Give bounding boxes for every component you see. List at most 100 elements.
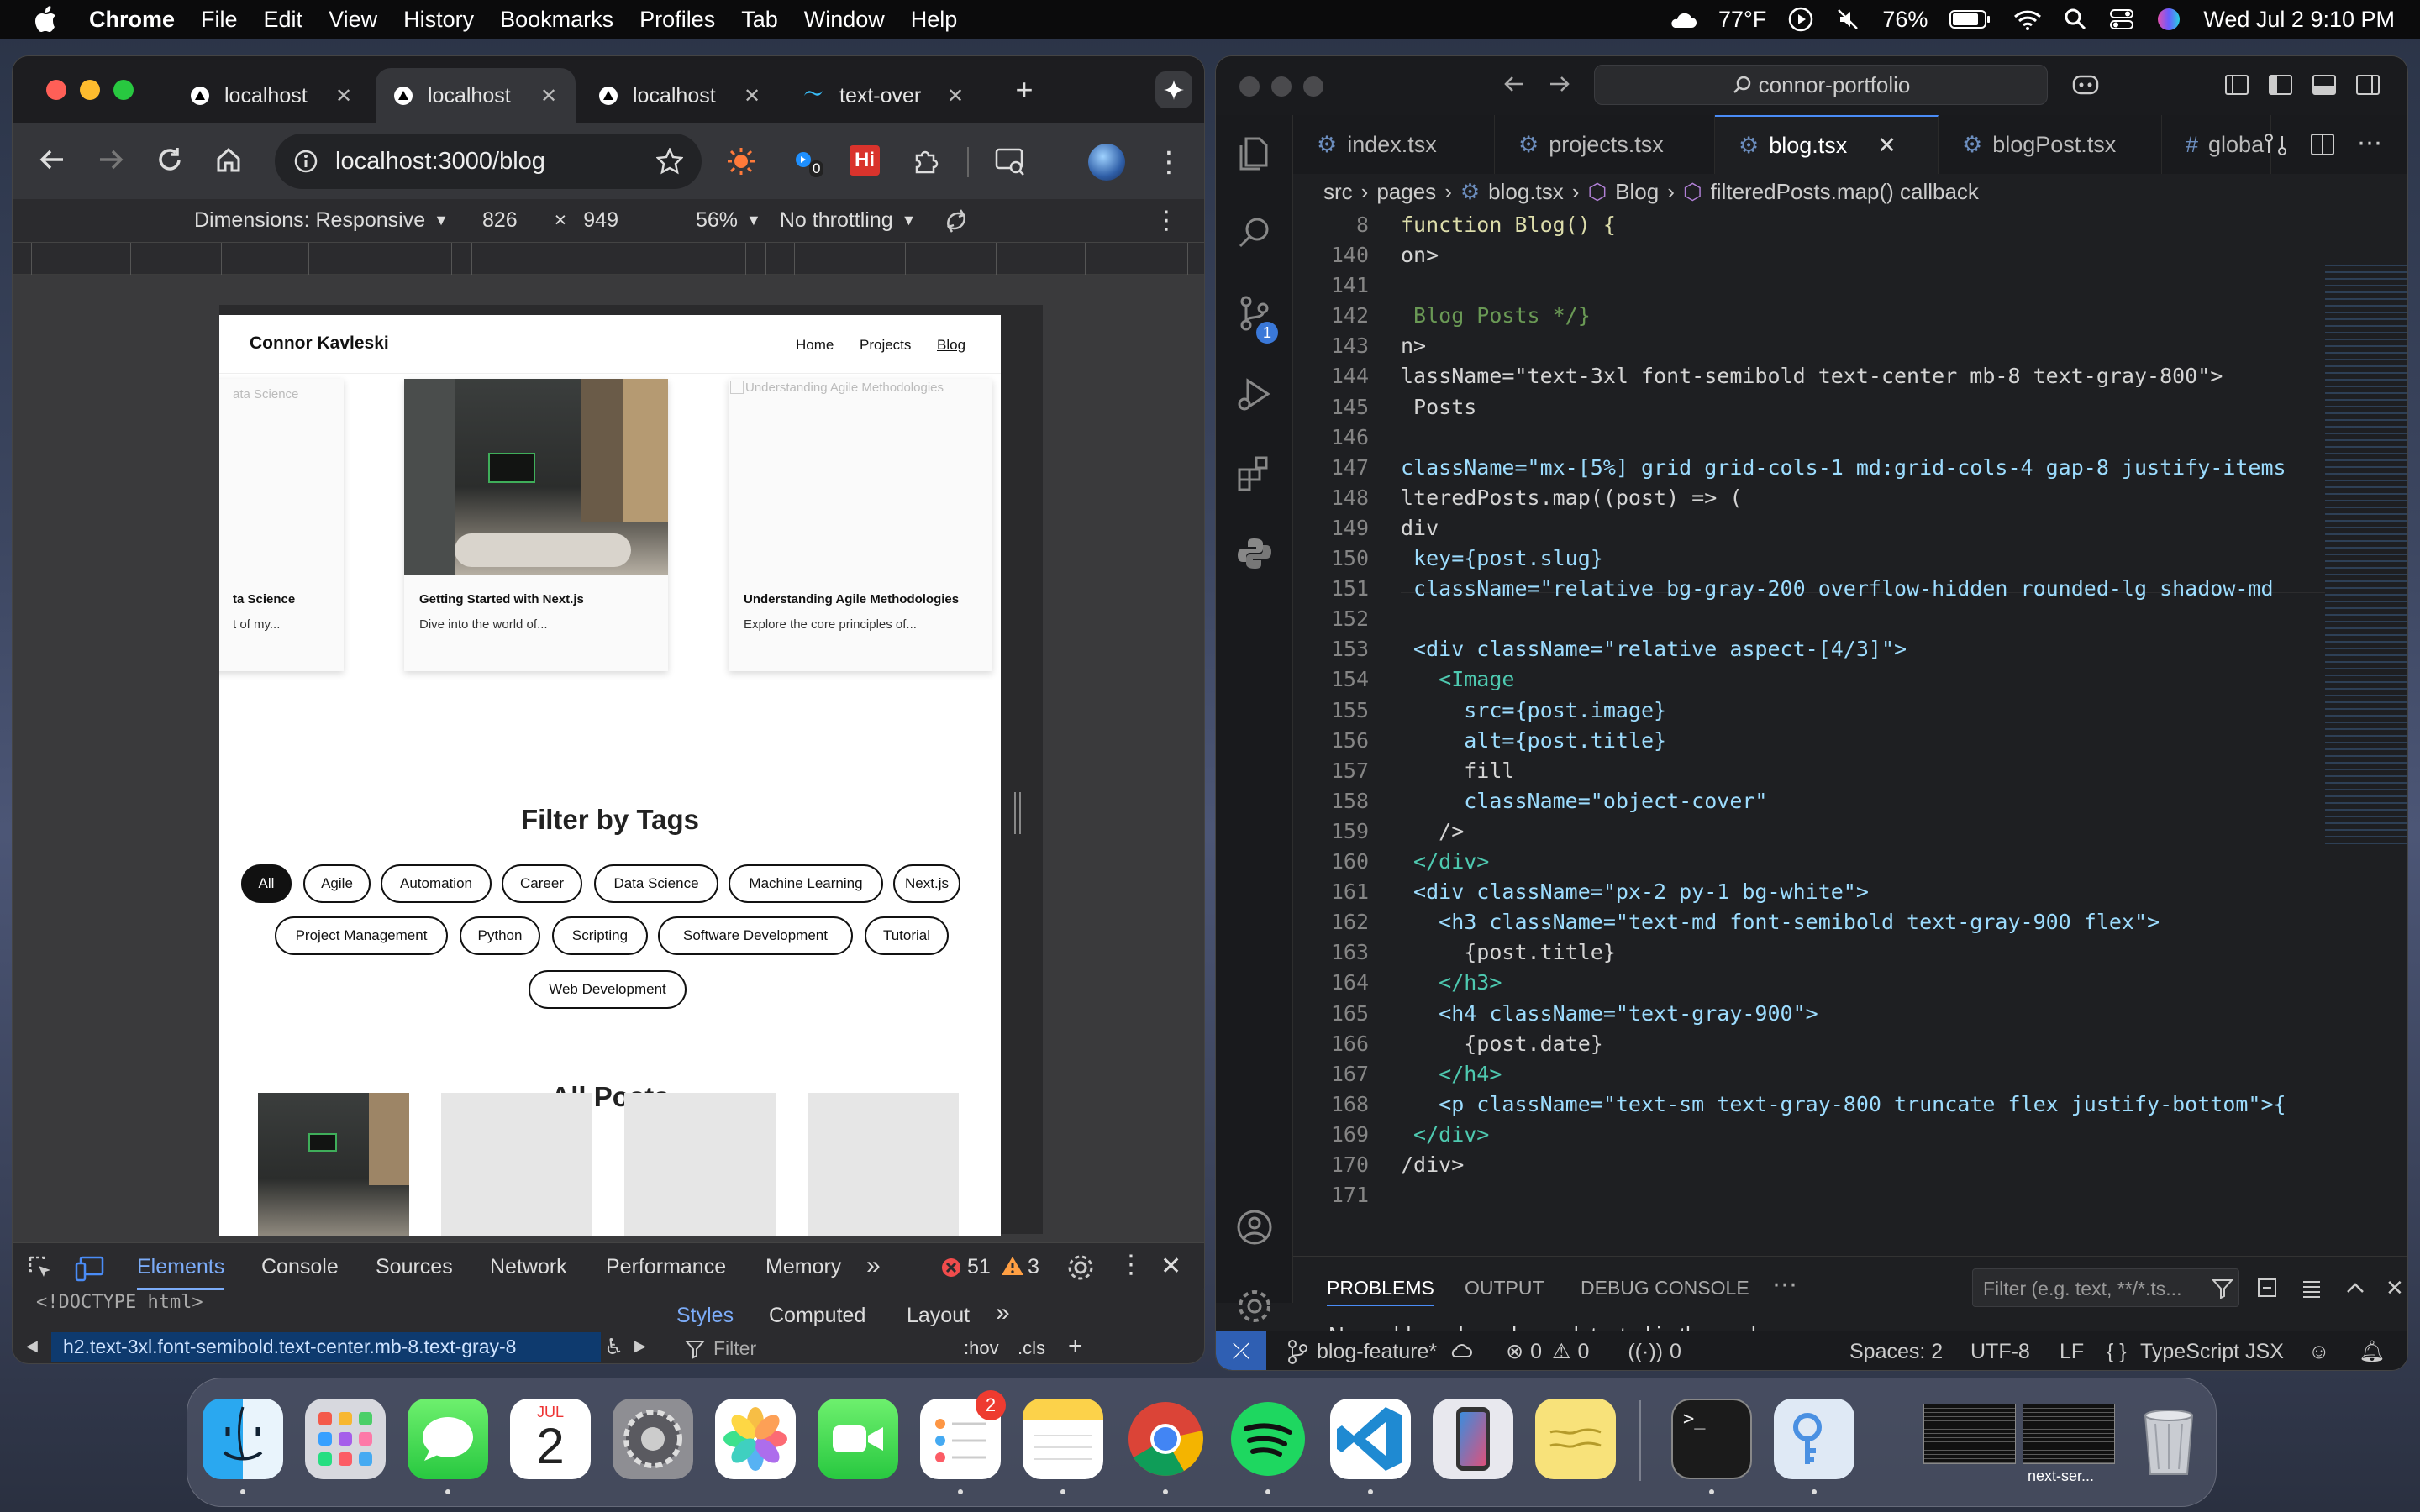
toggle-panel-icon[interactable]	[2312, 73, 2337, 97]
more-actions-icon[interactable]: ⋯	[2357, 129, 2382, 158]
facetime-icon[interactable]	[818, 1399, 898, 1479]
extension-sun-icon[interactable]	[727, 147, 755, 176]
python-icon[interactable]	[1236, 535, 1273, 572]
chrome-icon[interactable]	[1125, 1399, 1206, 1479]
nav-blog[interactable]: Blog	[937, 337, 965, 354]
browser-tab-active[interactable]: localhost ✕	[376, 68, 576, 123]
menu-tab[interactable]: Tab	[741, 7, 778, 33]
extensions-icon[interactable]	[1236, 454, 1273, 491]
post-card[interactable]: Getting Started with Next.js Dive into t…	[404, 379, 668, 671]
menu-profiles[interactable]: Profiles	[639, 7, 715, 33]
minimized-window-thumbnail[interactable]	[2023, 1404, 2115, 1464]
toggle-sidebar-icon[interactable]	[2268, 73, 2293, 97]
vscode-icon[interactable]	[1330, 1399, 1411, 1479]
spotify-icon[interactable]	[1228, 1399, 1308, 1479]
height-input[interactable]: 949	[583, 208, 618, 233]
search-view-icon[interactable]	[1236, 214, 1273, 251]
search-icon[interactable]	[2064, 8, 2087, 31]
run-debug-icon[interactable]	[1236, 375, 1273, 412]
devtools-tab-performance[interactable]: Performance	[606, 1255, 726, 1279]
more-style-tabs-icon[interactable]: »	[996, 1299, 1010, 1327]
minimap[interactable]	[2325, 260, 2407, 848]
menu-history[interactable]: History	[403, 7, 474, 33]
battery-percent[interactable]: 76%	[1882, 7, 1928, 33]
branch-icon[interactable]	[1286, 1339, 1308, 1364]
code-editor[interactable]: 8 function Blog() { 140 on> 141 142 Blog Po…	[1293, 209, 2407, 1256]
dropdown-arrow-icon[interactable]: ▼	[902, 212, 917, 229]
collapse-all-icon[interactable]	[2256, 1277, 2280, 1300]
throttling-dropdown[interactable]: No throttling	[780, 208, 893, 233]
keychain-icon[interactable]	[1774, 1399, 1854, 1479]
tag-project-management[interactable]: Project Management	[275, 916, 448, 955]
styles-filter-input[interactable]: Filter	[713, 1337, 756, 1360]
split-editor-icon[interactable]	[2310, 132, 2335, 157]
manage-gear-icon[interactable]	[1236, 1288, 1273, 1325]
simulator-icon[interactable]	[1433, 1399, 1513, 1479]
tag-nextjs[interactable]: Next.js	[893, 864, 960, 903]
tag-all[interactable]: All	[241, 864, 292, 903]
ports-count[interactable]: 0	[1670, 1340, 1681, 1364]
menu-app-name[interactable]: Chrome	[89, 7, 175, 33]
filter-icon[interactable]	[2212, 1278, 2233, 1299]
selected-node-breadcrumb[interactable]: h2.text-3xl.font-semibold.text-center.mb…	[51, 1332, 601, 1362]
menu-view[interactable]: View	[329, 7, 377, 33]
breadcrumb-right-arrow[interactable]: ▶	[634, 1337, 646, 1355]
post-grid-card[interactable]	[624, 1093, 776, 1236]
error-icon[interactable]	[940, 1257, 962, 1278]
tag-tutorial[interactable]: Tutorial	[865, 916, 949, 955]
calendar-icon[interactable]: JUL 2	[510, 1399, 591, 1479]
copilot-icon[interactable]	[2071, 71, 2100, 97]
editor-tab[interactable]: ⚙ index.tsx	[1293, 115, 1495, 174]
nav-forward-icon[interactable]	[1547, 71, 1572, 97]
copilot-status-icon[interactable]: ☺	[2308, 1340, 2330, 1364]
photos-icon[interactable]	[715, 1399, 796, 1479]
sync-icon[interactable]	[1449, 1341, 1473, 1362]
control-center-icon[interactable]	[2109, 8, 2134, 31]
browser-tab[interactable]: localhost ✕	[172, 68, 371, 123]
error-count[interactable]: 0	[1530, 1340, 1542, 1364]
tag-agile[interactable]: Agile	[303, 864, 371, 903]
devtools-settings-icon[interactable]	[1066, 1253, 1095, 1282]
toggle-primary-sidebar-icon[interactable]	[2224, 73, 2249, 97]
close-window-button[interactable]	[46, 80, 66, 100]
profile-avatar[interactable]	[1088, 144, 1125, 181]
width-input[interactable]: 826	[482, 208, 518, 233]
dropdown-arrow-icon[interactable]: ▼	[746, 212, 761, 229]
breadcrumb-item[interactable]: blog.tsx	[1488, 179, 1564, 205]
close-tab-icon[interactable]: ✕	[1877, 133, 1897, 159]
remote-indicator-icon[interactable]: ⤫	[1216, 1331, 1266, 1370]
site-brand[interactable]: Connor Kavleski	[250, 333, 389, 354]
view-as-list-icon[interactable]	[2300, 1277, 2323, 1300]
hov-toggle[interactable]: :hov	[964, 1337, 999, 1359]
error-count[interactable]: 51	[967, 1255, 991, 1279]
close-tab-icon[interactable]: ✕	[335, 84, 352, 108]
post-card[interactable]: ata Science ta Science t of my...	[219, 379, 344, 671]
error-icon[interactable]: ⊗	[1506, 1339, 1523, 1364]
accessibility-icon[interactable]: ♿	[604, 1334, 623, 1360]
devtools-tab-elements[interactable]: Elements	[137, 1255, 225, 1290]
menu-help[interactable]: Help	[911, 7, 958, 33]
nav-back-icon[interactable]	[1502, 71, 1527, 97]
zoom-window-button[interactable]	[113, 80, 134, 100]
bookmark-star-icon[interactable]	[656, 148, 683, 175]
siri-icon[interactable]	[2156, 7, 2181, 32]
reload-icon[interactable]	[155, 145, 184, 174]
post-grid-card[interactable]	[258, 1093, 409, 1236]
devtools-close-icon[interactable]: ✕	[1160, 1252, 1181, 1281]
browser-tab[interactable]: text-over ✕	[784, 68, 982, 123]
now-playing-icon[interactable]	[1788, 7, 1813, 32]
finder-icon[interactable]	[203, 1399, 283, 1479]
close-panel-icon[interactable]: ✕	[2386, 1275, 2404, 1301]
breadcrumb-item[interactable]: src	[1323, 179, 1353, 205]
editor-tab[interactable]: ⚙ projects.tsx	[1495, 115, 1715, 174]
weather-icon[interactable]	[1668, 9, 1697, 29]
system-settings-icon[interactable]	[613, 1399, 693, 1479]
minimize-window-button[interactable]	[80, 80, 100, 100]
doctype-line[interactable]: <!DOCTYPE html>	[36, 1292, 203, 1313]
tag-python[interactable]: Python	[460, 916, 540, 955]
dropdown-arrow-icon[interactable]: ▼	[434, 212, 449, 229]
nav-home[interactable]: Home	[796, 337, 834, 354]
minimize-window-button[interactable]	[1271, 76, 1292, 97]
extension-hi-icon[interactable]: Hi	[850, 145, 880, 176]
devtools-tab-sources[interactable]: Sources	[376, 1255, 453, 1279]
